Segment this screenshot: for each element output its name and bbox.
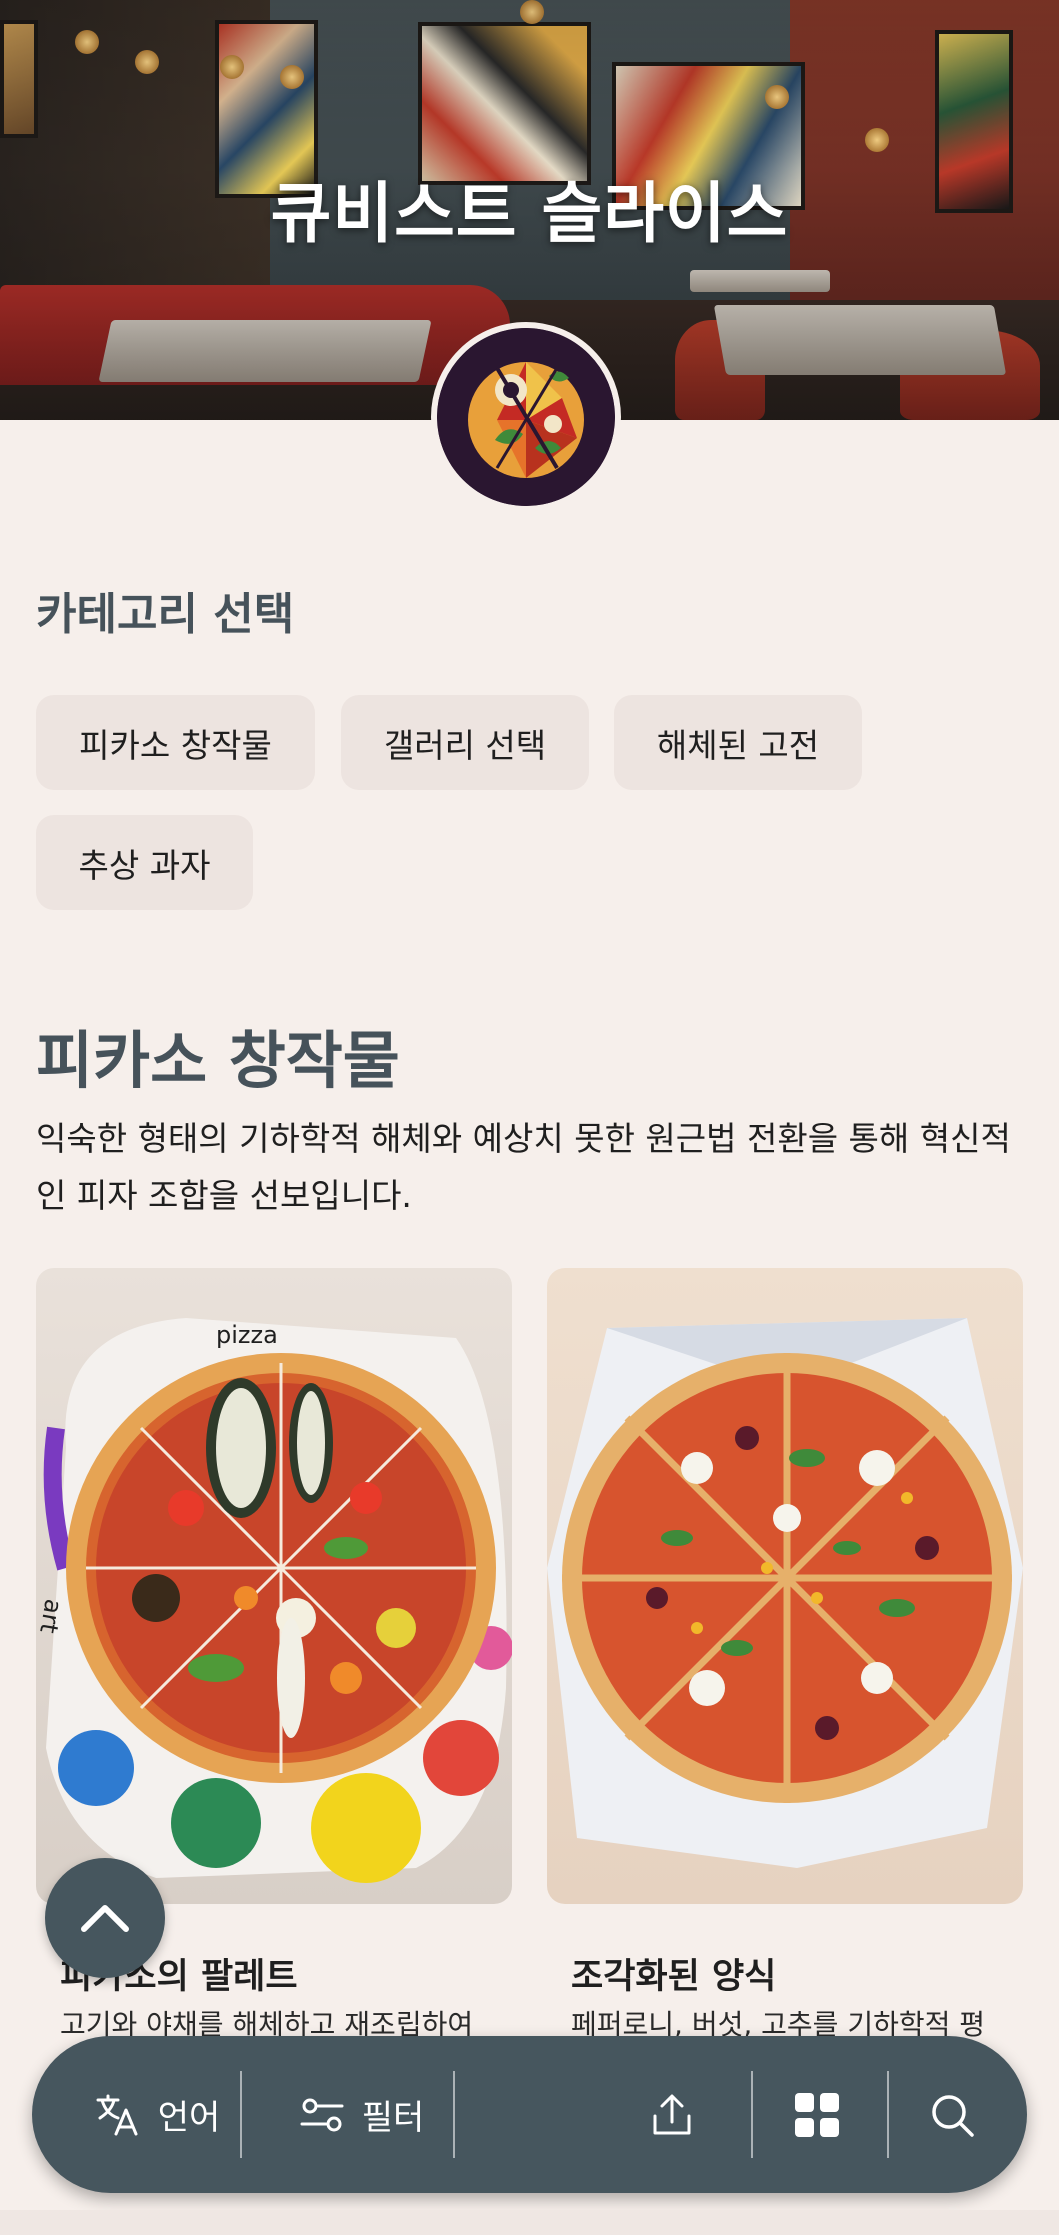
translate-icon	[96, 2094, 138, 2135]
toolbar-divider	[887, 2071, 889, 2158]
menu-item-image[interactable]	[547, 1268, 1023, 1904]
filter-button[interactable]: 필터	[272, 2036, 452, 2193]
filter-label: 필터	[361, 2098, 425, 2138]
restaurant-title: 큐비스트 슬라이스	[270, 175, 789, 252]
grid-icon	[795, 2092, 839, 2137]
palette-print-text: art	[36, 1597, 68, 1635]
toolbar-divider	[240, 2071, 242, 2158]
filter-toggle-icon	[300, 2098, 344, 2131]
share-button[interactable]	[622, 2036, 722, 2193]
section-description: 익숙한 형태의 기하학적 해체와 예상치 못한 원근법 전환을 통해 혁신적인 …	[36, 1119, 1011, 1215]
bottom-edge	[0, 2210, 1059, 2235]
menu-item-title: 조각화된 양식	[571, 1957, 777, 1997]
chevron-up-icon	[81, 1905, 129, 1932]
scroll-to-top-button[interactable]	[45, 1858, 165, 1978]
restaurant-logo	[431, 322, 621, 512]
bottom-toolbar: 언어 필터	[32, 2036, 1027, 2193]
category-chip-deconstructed[interactable]: 해체된 고전	[614, 695, 862, 790]
search-icon	[932, 2094, 974, 2137]
section-title: 피카소 창작물	[36, 1024, 400, 1097]
toolbar-divider	[453, 2071, 455, 2158]
search-button[interactable]	[902, 2036, 1002, 2193]
fragmented-pizza-illustration	[547, 1318, 1023, 1868]
grid-view-button[interactable]	[767, 2036, 867, 2193]
menu-item-image[interactable]: pizza art	[36, 1268, 512, 1904]
share-icon	[653, 2094, 691, 2134]
category-heading: 카테고리 선택	[36, 589, 295, 640]
category-chip-abstract[interactable]: 추상 과자	[36, 815, 253, 910]
language-button[interactable]: 언어	[72, 2036, 242, 2193]
category-chip-gallery[interactable]: 갤러리 선택	[341, 695, 589, 790]
palette-print-text: pizza	[216, 1321, 278, 1349]
category-chip-picasso[interactable]: 피카소 창작물	[36, 695, 315, 790]
palette-pizza-illustration: pizza art	[36, 1318, 512, 1883]
cubist-pizza-logo-icon	[437, 328, 615, 506]
language-label: 언어	[157, 2098, 221, 2138]
toolbar-divider	[751, 2071, 753, 2158]
